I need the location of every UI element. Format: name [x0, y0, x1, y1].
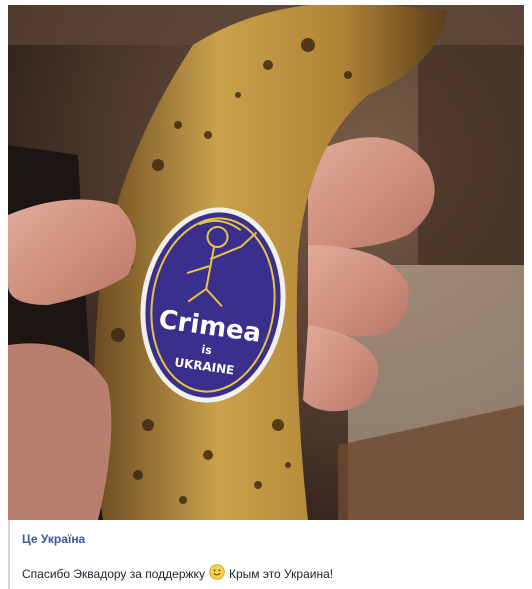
post-text-before: Спасибо Эквадору за поддержку	[22, 566, 205, 581]
post-caption: Це Україна Спасибо Эквадору за поддержку…	[8, 520, 524, 589]
post-text: Спасибо Эквадору за поддержку Крым это У…	[22, 564, 333, 583]
post-photo[interactable]: Crimea is UKRAINE	[8, 5, 524, 520]
smile-emoji-icon	[209, 564, 225, 583]
post-text-after: Крым это Украина!	[228, 566, 334, 581]
page-name-link[interactable]: Це Україна	[22, 532, 85, 546]
banana-photo-illustration: Crimea is UKRAINE	[8, 5, 524, 520]
post-card: Crimea is UKRAINE Це Україна Спасибо Экв…	[0, 0, 532, 589]
